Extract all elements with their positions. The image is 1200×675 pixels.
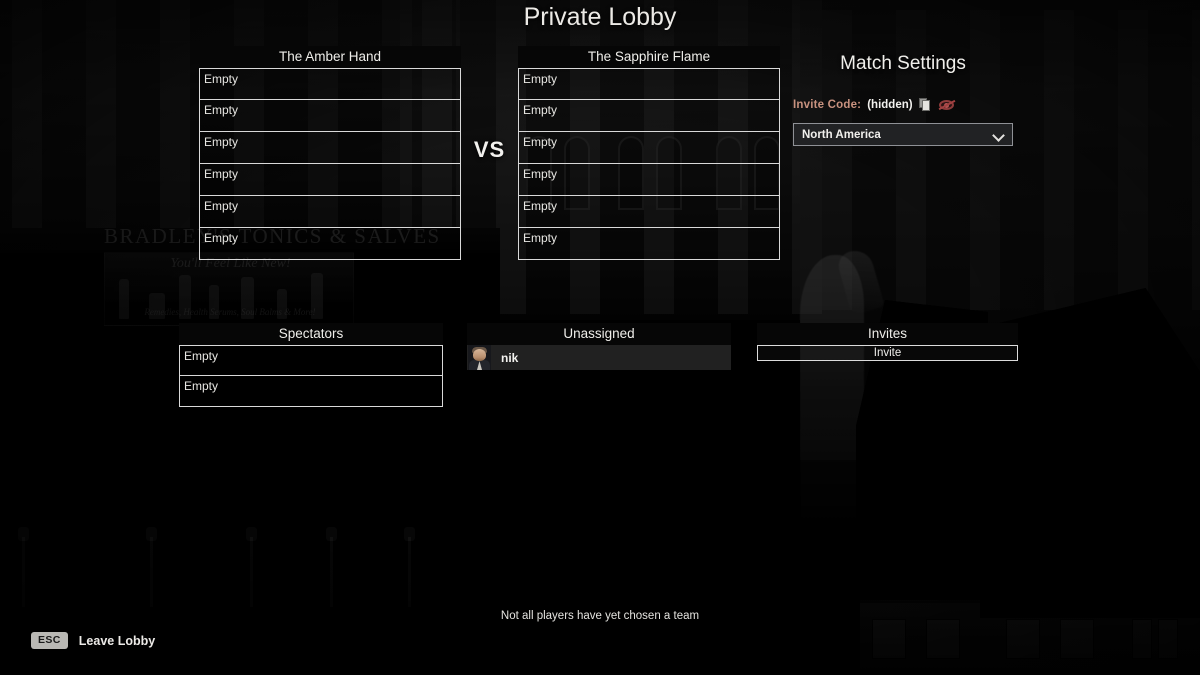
invite-button[interactable]: Invite <box>757 345 1018 361</box>
team-slot[interactable]: Empty <box>199 196 461 228</box>
spectators-slot-list: Empty Empty <box>179 345 443 407</box>
team-slot[interactable]: Empty <box>518 100 780 132</box>
team-slot[interactable]: Empty <box>199 100 461 132</box>
avatar <box>468 345 491 370</box>
spectators-panel: Spectators Empty Empty <box>179 323 443 407</box>
spectator-slot[interactable]: Empty <box>179 345 443 376</box>
team-slot[interactable]: Empty <box>199 132 461 164</box>
unassigned-panel: Unassigned nik <box>467 323 731 370</box>
team-a-header: The Amber Hand <box>199 46 461 68</box>
list-item[interactable]: nik <box>467 345 731 370</box>
leave-lobby-button[interactable]: ESC Leave Lobby <box>31 632 155 649</box>
match-settings-panel: Match Settings Invite Code: (hidden) Nor… <box>793 50 1013 146</box>
invite-code-value: (hidden) <box>867 99 913 111</box>
team-slot[interactable]: Empty <box>199 68 461 100</box>
team-panel-amber-hand: The Amber Hand Empty Empty Empty Empty E… <box>199 46 461 260</box>
invites-panel: Invites Invite <box>757 323 1018 361</box>
team-slot[interactable]: Empty <box>199 228 461 260</box>
private-lobby-screen: BRADLEY'S TONICS & SALVES You'll Feel Li… <box>0 0 1200 675</box>
esc-key-badge: ESC <box>31 632 68 649</box>
spectator-slot[interactable]: Empty <box>179 376 443 407</box>
team-panel-sapphire-flame: The Sapphire Flame Empty Empty Empty Emp… <box>518 46 780 260</box>
versus-label: VS <box>473 137 506 162</box>
team-a-slot-list: Empty Empty Empty Empty Empty Empty <box>199 68 461 260</box>
spectators-header: Spectators <box>179 323 443 345</box>
match-settings-title: Match Settings <box>840 53 966 74</box>
team-b-header: The Sapphire Flame <box>518 46 780 68</box>
invite-code-label: Invite Code: <box>793 99 862 111</box>
region-select-value: North America <box>802 128 881 141</box>
chevron-down-icon <box>993 131 1004 138</box>
status-message: Not all players have yet chosen a team <box>500 610 700 622</box>
invite-code-row: Invite Code: (hidden) <box>793 97 1013 113</box>
lobby-ui-layer: Private Lobby The Amber Hand Empty Empty… <box>0 0 1200 675</box>
invites-header: Invites <box>757 323 1018 345</box>
team-slot[interactable]: Empty <box>518 68 780 100</box>
team-slot[interactable]: Empty <box>518 228 780 260</box>
region-select[interactable]: North America <box>793 123 1013 146</box>
eye-slash-icon[interactable] <box>938 98 955 112</box>
copy-icon[interactable] <box>918 98 933 112</box>
page-title: Private Lobby <box>523 3 677 31</box>
team-slot[interactable]: Empty <box>199 164 461 196</box>
team-slot[interactable]: Empty <box>518 132 780 164</box>
leave-lobby-label: Leave Lobby <box>78 633 156 648</box>
team-slot[interactable]: Empty <box>518 196 780 228</box>
team-b-slot-list: Empty Empty Empty Empty Empty Empty <box>518 68 780 260</box>
player-name: nik <box>501 350 519 365</box>
unassigned-header: Unassigned <box>467 323 731 345</box>
team-slot[interactable]: Empty <box>518 164 780 196</box>
